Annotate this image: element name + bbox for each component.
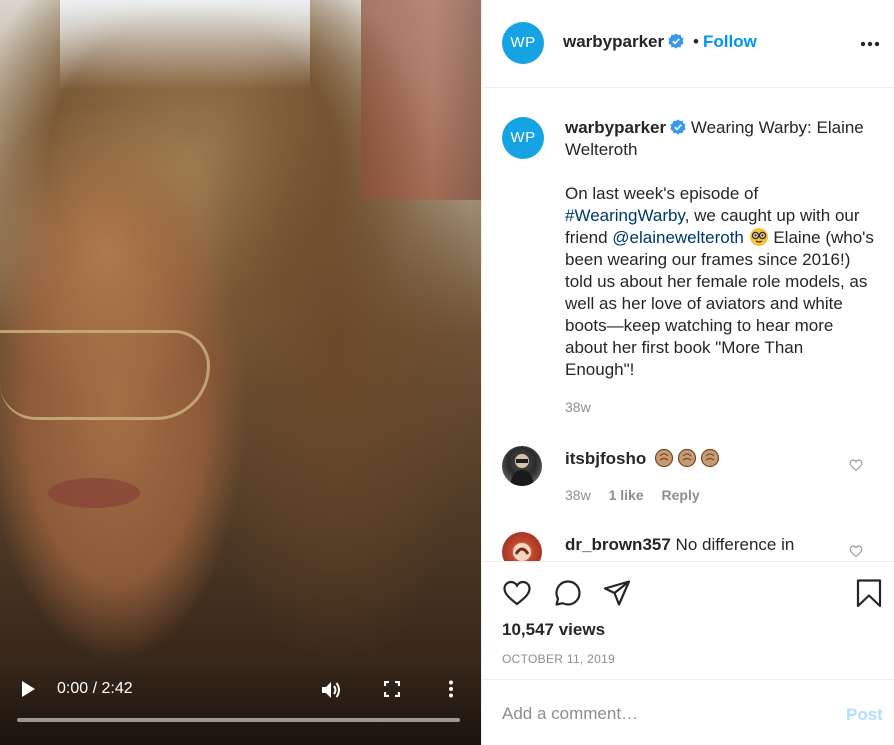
mention-link[interactable]: @elainewelteroth bbox=[612, 228, 744, 247]
view-count[interactable]: 10,547 views bbox=[502, 620, 605, 640]
clap-icon bbox=[677, 448, 697, 468]
caption-username[interactable]: warbyparker bbox=[565, 118, 666, 137]
caption-body: On last week's episode of #WearingWarby,… bbox=[565, 183, 877, 381]
save-icon[interactable] bbox=[854, 578, 884, 608]
caption: warbyparker Wearing Warby: Elaine Welter… bbox=[565, 117, 877, 381]
video-frame-building bbox=[361, 0, 481, 200]
avatar[interactable]: WP bbox=[502, 22, 544, 64]
video-frame-face bbox=[48, 478, 140, 508]
video-controls bbox=[0, 665, 481, 745]
follow-button[interactable]: Follow bbox=[703, 32, 757, 52]
more-vert-icon[interactable] bbox=[444, 680, 458, 698]
comment-text: No difference in bbox=[675, 535, 795, 554]
header-username[interactable]: warbyparker bbox=[563, 32, 684, 52]
reply-button[interactable]: Reply bbox=[662, 487, 700, 503]
video-time: 0:00 / 2:42 bbox=[57, 680, 133, 697]
avatar[interactable] bbox=[502, 532, 542, 561]
username-text[interactable]: warbyparker bbox=[563, 32, 664, 51]
video-progress-bar[interactable] bbox=[17, 718, 460, 722]
verified-icon bbox=[670, 119, 686, 135]
avatar[interactable]: WP bbox=[502, 117, 544, 159]
hashtag-link[interactable]: #WearingWarby bbox=[565, 206, 685, 225]
comment-meta: 38w 1 like Reply bbox=[565, 487, 714, 503]
share-icon[interactable] bbox=[602, 578, 632, 608]
heart-icon[interactable] bbox=[849, 544, 863, 558]
comments-list[interactable]: WP warbyparker Wearing Warby: Elaine Wel… bbox=[482, 89, 894, 561]
clap-icon bbox=[654, 448, 674, 468]
post-header: WP warbyparker • Follow bbox=[482, 0, 894, 88]
avatar-photo bbox=[513, 543, 531, 561]
avatar-photo bbox=[510, 454, 534, 486]
heart-icon[interactable] bbox=[502, 578, 532, 608]
video-frame-sky bbox=[60, 0, 310, 90]
more-icon[interactable] bbox=[860, 41, 880, 47]
play-icon[interactable] bbox=[20, 680, 36, 698]
comment-username[interactable]: dr_brown357 bbox=[565, 535, 671, 554]
comment-likes-button[interactable]: 1 like bbox=[609, 487, 644, 503]
caption-timestamp[interactable]: 38w bbox=[565, 399, 591, 415]
caption-text: Elaine (who's been wearing our frames si… bbox=[565, 228, 874, 379]
comment-timestamp[interactable]: 38w bbox=[565, 487, 591, 503]
post-actions: 10,547 views OCTOBER 11, 2019 bbox=[482, 561, 894, 678]
volume-icon[interactable] bbox=[320, 680, 342, 700]
comment-input[interactable] bbox=[502, 702, 802, 726]
avatar[interactable] bbox=[502, 446, 542, 486]
clap-icon bbox=[700, 448, 720, 468]
caption-text: On last week's episode of bbox=[565, 184, 759, 203]
fullscreen-icon[interactable] bbox=[384, 681, 400, 697]
verified-icon bbox=[668, 33, 684, 49]
comment-composer: Post bbox=[482, 679, 894, 745]
separator-dot: • bbox=[693, 32, 699, 51]
post-date[interactable]: OCTOBER 11, 2019 bbox=[502, 652, 615, 666]
video-frame-glasses bbox=[0, 330, 210, 420]
comment-icon[interactable] bbox=[553, 578, 583, 608]
post-panel: WP warbyparker • Follow WP warbyparker W… bbox=[481, 0, 894, 745]
heart-icon[interactable] bbox=[849, 458, 863, 472]
comment-username[interactable]: itsbjfosho bbox=[565, 449, 646, 468]
video-player[interactable]: 0:00 / 2:42 bbox=[0, 0, 481, 745]
post-button[interactable]: Post bbox=[846, 705, 883, 725]
comment: itsbjfosho bbox=[565, 448, 720, 470]
comment: dr_brown357 No difference in bbox=[565, 534, 794, 556]
nerd-face-icon bbox=[749, 228, 768, 246]
